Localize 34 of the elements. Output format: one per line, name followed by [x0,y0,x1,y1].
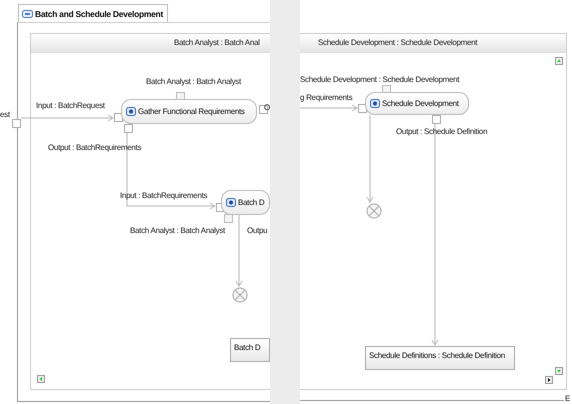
flow-label: Input : BatchRequest [36,101,105,111]
flow-label: O [264,103,270,113]
flow-label: Schedule Development : Schedule Development [300,75,460,85]
action-node: Schedule Development [365,92,469,115]
flow-label: Outpu [247,226,268,236]
scroll-right-icon[interactable] [545,376,553,384]
object-node: Batch D [230,338,270,362]
editor-tab[interactable]: Batch and Schedule Development [18,4,168,22]
port [432,115,441,124]
flow-label: Batch Analyst : Batch Analyst [130,226,225,236]
action-node: Gather Functional Requirements [121,99,257,124]
flow-label: Output : BatchRequirements [48,143,142,153]
object-node: Schedule Definitions : Schedule Definition [365,346,515,370]
flow-label: g Requirements [300,93,352,103]
flow-label: Input : BatchRequirements [120,191,208,201]
flow-label: Batch Analyst : Batch Analyst [146,77,241,87]
action-icon [226,198,236,207]
action-icon [126,107,136,116]
final-node-icon [232,287,248,303]
connector-line [300,104,358,112]
partition-title: Batch Analyst : Batch Anal [174,38,260,48]
flow-label: est [0,110,10,120]
port [12,119,21,128]
scroll-left-icon[interactable] [37,375,45,383]
flow-label: Output : Schedule Definition [396,127,488,137]
diagram-icon [22,10,33,18]
final-node-icon [366,203,382,219]
port [259,105,268,114]
flow-label: E [565,394,570,404]
port [358,104,367,113]
action-icon [370,99,380,108]
action-node: Batch D [221,190,270,215]
partition-title: Schedule Development : Schedule Development [318,38,478,48]
scroll-up-icon[interactable] [555,57,563,65]
